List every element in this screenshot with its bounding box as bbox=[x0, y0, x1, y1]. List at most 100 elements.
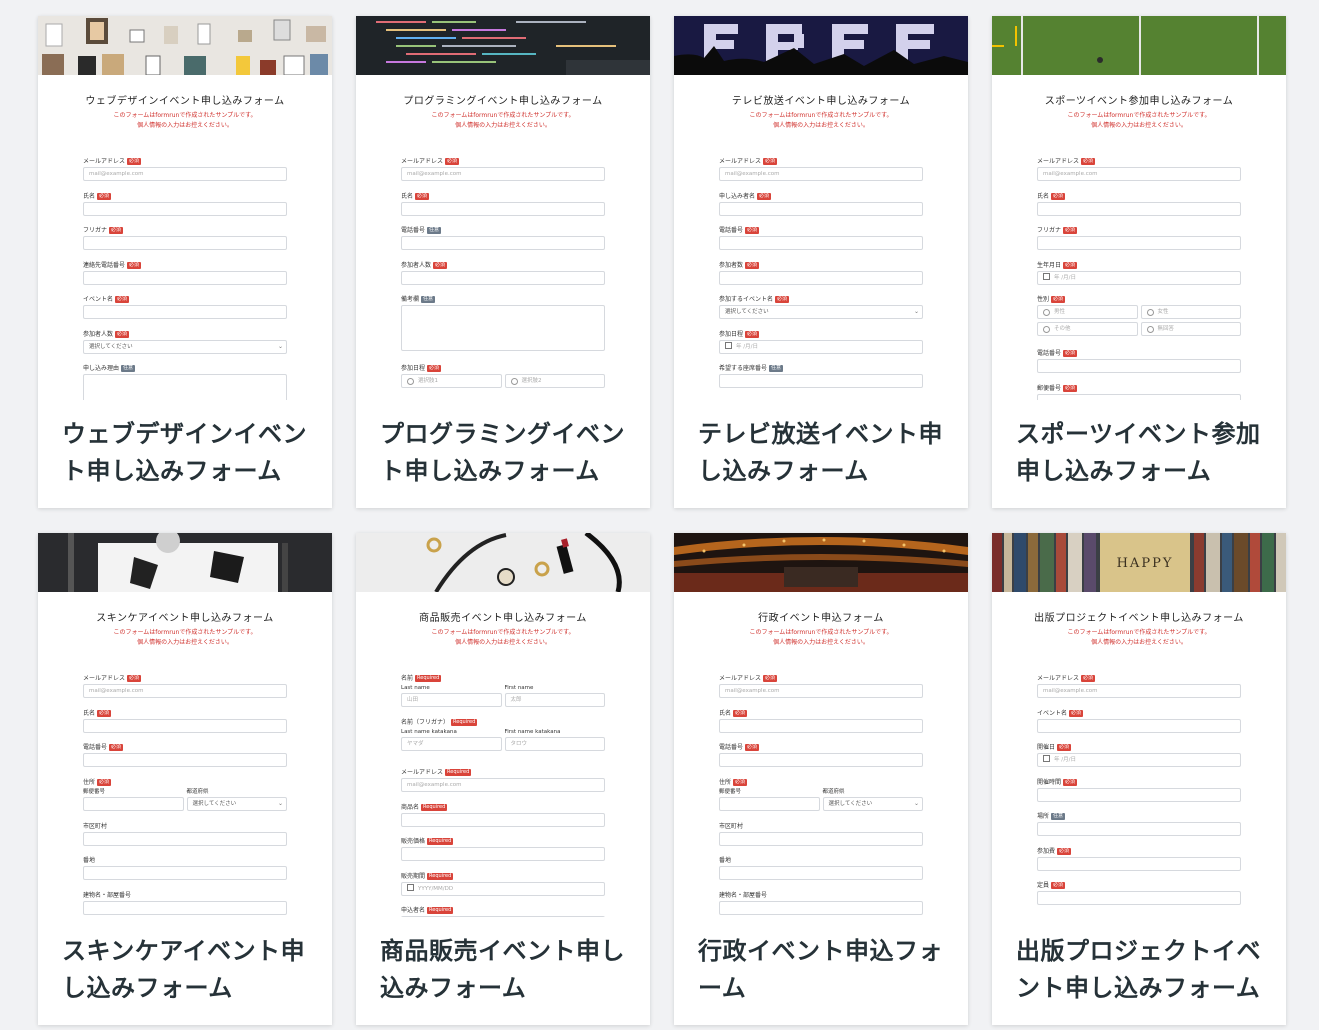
text-input[interactable] bbox=[1037, 359, 1241, 373]
text-input[interactable] bbox=[83, 866, 287, 880]
radio-option[interactable]: 選択肢1 bbox=[401, 374, 502, 388]
field-label: 番地 bbox=[83, 857, 96, 864]
field-label: 定員 bbox=[1037, 882, 1050, 889]
required-badge: 必須 bbox=[115, 330, 130, 338]
card-title[interactable]: プログラミングイベント申し込みフォーム bbox=[380, 416, 630, 490]
form-preview: 行政イベント申込フォーム このフォームはformrunで作成されたサンプルです。… bbox=[674, 592, 968, 917]
text-input[interactable] bbox=[83, 201, 287, 216]
text-input[interactable] bbox=[401, 916, 605, 917]
template-card-web-design[interactable]: ウェブデザインイベント申し込みフォーム このフォームはformrunで作成された… bbox=[38, 16, 332, 508]
text-input[interactable]: mail@example.com bbox=[401, 167, 605, 181]
prefecture-select[interactable]: 選択してください ⌄ bbox=[186, 796, 287, 811]
card-title[interactable]: 行政イベント申込フォーム bbox=[698, 933, 948, 1007]
template-card-programming[interactable]: プログラミングイベント申し込みフォーム このフォームはformrunで作成された… bbox=[356, 16, 650, 508]
last-name-input[interactable]: 山田 bbox=[401, 693, 502, 707]
text-input[interactable]: mail@example.com bbox=[719, 684, 923, 698]
text-input[interactable] bbox=[719, 374, 923, 388]
text-input[interactable] bbox=[401, 270, 605, 285]
text-input[interactable] bbox=[719, 831, 923, 846]
text-input[interactable] bbox=[1037, 787, 1241, 802]
card-title[interactable]: 商品販売イベント申し込みフォーム bbox=[380, 933, 630, 1007]
date-input[interactable]: 年 /月/日 bbox=[1037, 753, 1241, 767]
template-card-sports[interactable]: スポーツイベント参加申し込みフォーム このフォームはformrunで作成されたサ… bbox=[992, 16, 1286, 508]
prefecture-select[interactable]: 選択してください ⌄ bbox=[822, 796, 923, 811]
text-input[interactable] bbox=[83, 831, 287, 846]
card-title[interactable]: スキンケアイベント申し込みフォーム bbox=[62, 933, 312, 1007]
text-input[interactable] bbox=[401, 812, 605, 827]
last-name-kana-input[interactable]: ヤマダ bbox=[401, 737, 502, 751]
card-title[interactable]: 出版プロジェクトイベント申し込みフォーム bbox=[1016, 933, 1266, 1007]
form-preview-title: 行政イベント申込フォーム bbox=[758, 613, 884, 624]
date-input[interactable]: 年 /月/日 bbox=[1037, 270, 1241, 285]
text-input[interactable]: mail@example.com bbox=[1037, 167, 1241, 181]
text-input[interactable] bbox=[719, 270, 923, 285]
textarea[interactable] bbox=[401, 305, 605, 351]
field-label: 生年月日 bbox=[1037, 261, 1062, 269]
text-input[interactable] bbox=[719, 753, 923, 767]
text-input[interactable] bbox=[83, 753, 287, 767]
text-input[interactable] bbox=[1037, 891, 1241, 905]
template-card-skincare[interactable]: スキンケアイベント申し込みフォーム このフォームはformrunで作成されたサン… bbox=[38, 533, 332, 1025]
radio-option[interactable]: 無回答 bbox=[1140, 322, 1241, 336]
card-title[interactable]: スポーツイベント参加申し込みフォーム bbox=[1016, 416, 1266, 490]
sample-notice-line1: このフォームはformrunで作成されたサンプルです。 bbox=[749, 112, 893, 119]
text-input[interactable] bbox=[1037, 393, 1241, 400]
text-input[interactable] bbox=[719, 866, 923, 880]
text-input[interactable] bbox=[401, 201, 605, 216]
text-input[interactable] bbox=[83, 900, 287, 915]
required-badge: 必須 bbox=[763, 158, 778, 165]
form-preview: 出版プロジェクトイベント申し込みフォーム このフォームはformrunで作成され… bbox=[992, 592, 1286, 917]
text-input[interactable]: mail@example.com bbox=[1037, 684, 1241, 698]
postal-code-input[interactable] bbox=[83, 796, 184, 811]
date-input[interactable]: 年 /月/日 bbox=[719, 339, 923, 354]
text-input[interactable] bbox=[83, 718, 287, 733]
text-input[interactable]: mail@example.com bbox=[83, 167, 287, 181]
text-input[interactable] bbox=[401, 236, 605, 250]
sports-thumbnail bbox=[992, 16, 1286, 75]
field-label: フリガナ bbox=[83, 227, 108, 234]
template-card-publishing[interactable]: HAPPY 出版プロジェクトイベント申し込みフォーム このフォームはformru… bbox=[992, 533, 1286, 1025]
text-input[interactable] bbox=[401, 847, 605, 861]
select-dropdown[interactable]: 選択してください ⌄ bbox=[719, 305, 923, 319]
field-label: 名前（フリガナ） bbox=[401, 719, 450, 726]
radio-option[interactable]: その他 bbox=[1037, 322, 1138, 336]
form-field: 電話番号 必須 bbox=[719, 226, 923, 261]
first-name-kana-input[interactable]: タロウ bbox=[504, 737, 605, 751]
template-card-product-sales[interactable]: 商品販売イベント申し込みフォーム このフォームはformrunで作成されたサンプ… bbox=[356, 533, 650, 1025]
required-badge: 必須 bbox=[127, 158, 142, 165]
date-input[interactable]: YYYY/MM/DD bbox=[401, 881, 605, 896]
first-name-input[interactable]: 太郎 bbox=[504, 693, 605, 707]
field-label: 開催時間 bbox=[1037, 778, 1062, 786]
text-input[interactable]: mail@example.com bbox=[83, 684, 287, 698]
required-badge: 必須 bbox=[745, 227, 760, 234]
text-input[interactable] bbox=[1037, 236, 1241, 250]
text-input[interactable] bbox=[719, 718, 923, 733]
text-input[interactable] bbox=[719, 236, 923, 250]
text-input[interactable] bbox=[1037, 856, 1241, 871]
text-input[interactable] bbox=[719, 900, 923, 915]
text-input[interactable]: mail@example.com bbox=[719, 167, 923, 181]
template-card-tv-broadcast[interactable]: テレビ放送イベント申し込みフォーム このフォームはformrunで作成されたサン… bbox=[674, 16, 968, 508]
text-input[interactable]: mail@example.com bbox=[401, 778, 605, 792]
text-input[interactable] bbox=[719, 201, 923, 216]
text-input[interactable] bbox=[1037, 718, 1241, 733]
text-input[interactable] bbox=[1037, 201, 1241, 216]
radio-option[interactable]: 選択肢2 bbox=[504, 374, 605, 388]
radio-option[interactable]: 女性 bbox=[1140, 305, 1241, 319]
form-preview: プログラミングイベント申し込みフォーム このフォームはformrunで作成された… bbox=[356, 75, 650, 400]
radio-option[interactable]: 男性 bbox=[1037, 305, 1138, 319]
postal-code-input[interactable] bbox=[719, 796, 820, 811]
text-input[interactable] bbox=[1037, 822, 1241, 836]
text-input[interactable] bbox=[83, 305, 287, 319]
text-input[interactable] bbox=[83, 236, 287, 250]
form-field: 備考欄 任意 bbox=[401, 295, 605, 364]
field-label: イベント名 bbox=[83, 296, 114, 303]
sample-notice-line1: このフォームはformrunで作成されたサンプルです。 bbox=[1067, 629, 1211, 636]
card-title[interactable]: テレビ放送イベント申し込みフォーム bbox=[698, 416, 948, 490]
select-dropdown[interactable]: 選択してください ⌄ bbox=[83, 339, 287, 354]
textarea[interactable] bbox=[83, 374, 287, 400]
card-title[interactable]: ウェブデザインイベント申し込みフォーム bbox=[62, 416, 312, 490]
text-input[interactable] bbox=[83, 270, 287, 285]
form-field: 連絡先電話番号 必須 bbox=[83, 261, 287, 296]
template-card-government[interactable]: 行政イベント申込フォーム このフォームはformrunで作成されたサンプルです。… bbox=[674, 533, 968, 1025]
